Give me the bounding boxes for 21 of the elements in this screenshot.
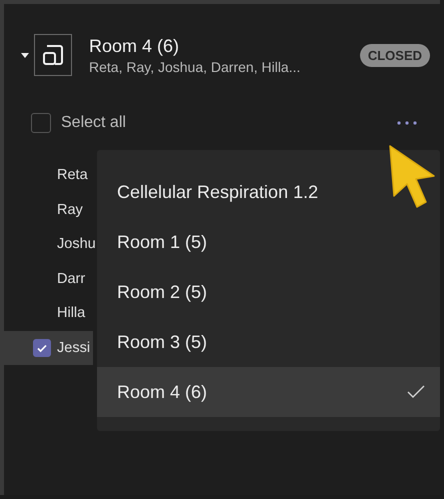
menu-item[interactable]: Room 4 (6) — [97, 367, 440, 417]
menu-item[interactable]: Room 3 (5) — [97, 317, 440, 367]
breakout-room-icon — [34, 34, 72, 76]
menu-item[interactable]: Room 1 (5) — [97, 217, 440, 267]
participant-name: Jessi — [57, 340, 90, 356]
room-members: Reta, Ray, Joshua, Darren, Hilla... — [89, 58, 302, 74]
checkmark-icon — [406, 384, 426, 400]
participant-checkbox[interactable] — [33, 338, 51, 357]
select-all-label: Select all — [61, 114, 127, 132]
more-options-icon[interactable] — [396, 120, 418, 126]
menu-item[interactable]: Cellelular Respiration 1.2 — [97, 167, 440, 217]
participant-name: Darr — [57, 270, 86, 287]
caret-icon[interactable] — [20, 50, 30, 60]
participant-name: Ray — [57, 202, 83, 218]
participant-name: Joshu — [57, 236, 96, 252]
room-title: Room 4 (6) — [89, 36, 180, 56]
status-badge: CLOSED — [360, 44, 430, 66]
menu-item[interactable]: Room 2 (5) — [97, 267, 440, 317]
participant-name: Reta — [57, 167, 88, 184]
select-all-checkbox[interactable] — [31, 113, 51, 133]
participant-name: Hilla — [57, 305, 86, 322]
